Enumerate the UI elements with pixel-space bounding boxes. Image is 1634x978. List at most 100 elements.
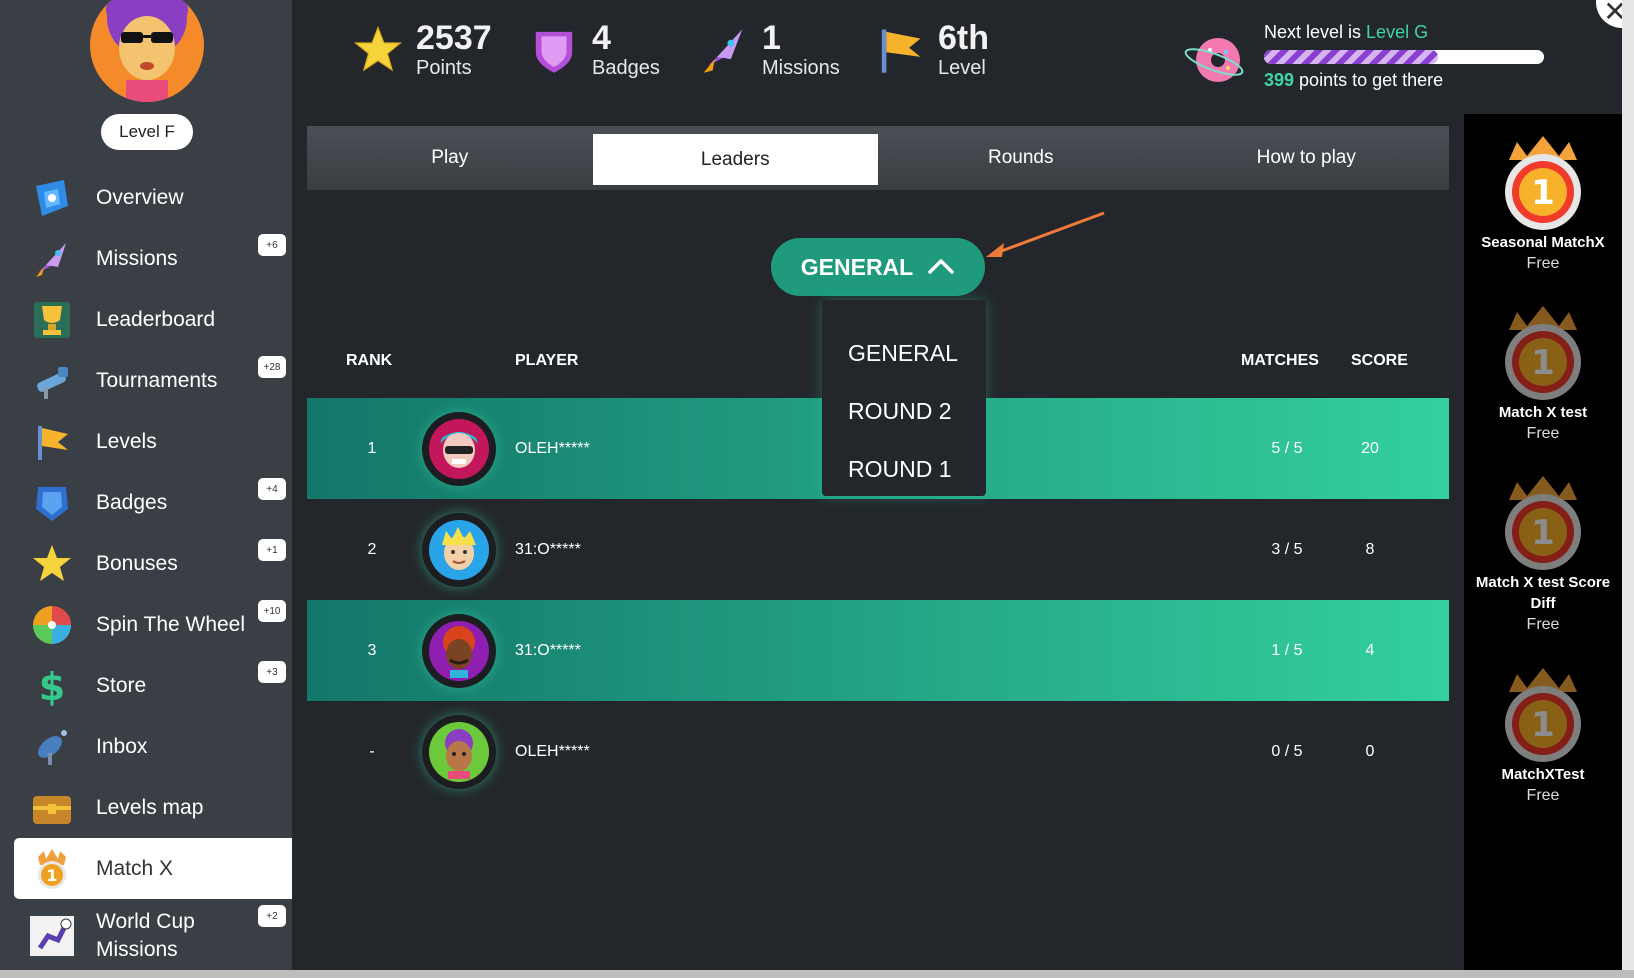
level-label: Level <box>938 57 986 79</box>
matchx-item[interactable]: 1 Match X test Free <box>1464 302 1622 445</box>
star-icon <box>28 540 76 588</box>
svg-text:1: 1 <box>46 866 57 885</box>
main-panel: Play Leaders Rounds How to play GENERAL … <box>292 114 1464 970</box>
badges-label: Badges <box>592 57 660 79</box>
points-needed-text: 399 points to get there <box>1264 70 1443 91</box>
dropdown-option-round-2[interactable]: ROUND 2 <box>822 382 986 440</box>
player-name-cell: OLEH***** <box>515 742 590 760</box>
matchx-list-panel: 1 Seasonal MatchX Free 1 Match X test Fr… <box>1464 114 1622 970</box>
notification-badge: +6 <box>258 234 286 256</box>
sidebar-item-levels-map[interactable]: Levels map <box>14 777 292 838</box>
notification-badge: +10 <box>258 600 286 622</box>
svg-text:1: 1 <box>1531 173 1555 213</box>
avatar[interactable] <box>90 0 204 102</box>
column-header-matches: MATCHES <box>1241 352 1319 369</box>
table-row: 3 31:O***** 1 / 5 4 <box>307 600 1449 701</box>
svg-text:1: 1 <box>1531 343 1555 383</box>
flag-icon <box>872 22 928 78</box>
matches-cell: 5 / 5 <box>1271 439 1303 457</box>
tab-play[interactable]: Play <box>307 126 593 190</box>
tab-how-to-play[interactable]: How to play <box>1164 126 1450 190</box>
sidebar-item-missions[interactable]: Missions +6 <box>14 228 292 289</box>
sidebar-item-match-x[interactable]: 1 Match X <box>14 838 292 899</box>
player-name-cell: OLEH***** <box>515 439 590 457</box>
rank-cell: 3 <box>367 641 377 659</box>
player-avatar <box>422 513 496 587</box>
next-level-progress: Next level is Level G 399 points to get … <box>1182 18 1622 98</box>
level-stat: 6th Level <box>872 20 989 80</box>
trophy-icon <box>28 296 76 344</box>
matches-cell: 0 / 5 <box>1271 742 1303 760</box>
shield-icon <box>526 22 582 78</box>
star-icon <box>350 22 406 78</box>
sidebar-item-inbox[interactable]: Inbox <box>14 716 292 777</box>
column-header-score: SCORE <box>1351 352 1408 369</box>
notification-badge: +4 <box>258 478 286 500</box>
badges-stat: 4 Badges <box>526 20 660 80</box>
matchx-price: Free <box>1526 255 1560 272</box>
notification-badge: +3 <box>258 661 286 683</box>
chevron-up-icon <box>927 254 955 281</box>
sidebar-item-levels[interactable]: Levels <box>14 411 292 472</box>
medal-icon: 1 <box>1495 302 1591 402</box>
dropdown-option-round-1[interactable]: ROUND 1 <box>822 440 986 498</box>
sidebar-item-label: Match X <box>96 856 174 880</box>
svg-text:1: 1 <box>1531 705 1555 745</box>
points-needed-suffix: points to get there <box>1294 70 1444 90</box>
level-badge: Level F <box>101 114 193 150</box>
rank-cell: - <box>369 742 375 760</box>
tab-rounds[interactable]: Rounds <box>878 126 1164 190</box>
table-row: 2 31:O***** 3 / 5 8 <box>307 499 1449 600</box>
dropdown-option-general[interactable]: GENERAL <box>822 324 986 382</box>
player-avatar <box>422 412 496 486</box>
matches-cell: 1 / 5 <box>1271 641 1303 659</box>
sidebar-item-tournaments[interactable]: Tournaments +28 <box>14 350 292 411</box>
matchx-name: Match X test Score Diff <box>1475 574 1611 612</box>
scrollbar[interactable] <box>1622 0 1634 970</box>
sidebar-item-badges[interactable]: Badges +4 <box>14 472 292 533</box>
level-progress-bar <box>1264 50 1544 64</box>
sidebar-item-world-cup-missions[interactable]: World Cup Missions +2 <box>14 899 292 973</box>
chest-icon <box>28 784 76 832</box>
sidebar-item-overview[interactable]: Overview <box>14 167 292 228</box>
medal-icon: 1 <box>28 845 76 893</box>
column-header-player: PLAYER <box>515 352 579 369</box>
sidebar: Level F Overview Missions +6 Leaderboard <box>0 0 292 970</box>
matchx-item[interactable]: 1 Match X test Score Diff Free <box>1464 472 1622 636</box>
sidebar-item-store[interactable]: $ Store +3 <box>14 655 292 716</box>
score-cell: 8 <box>1365 540 1375 558</box>
next-level-name: Level G <box>1366 22 1429 42</box>
annotation-arrow-icon <box>982 209 1112 274</box>
matchx-price: Free <box>1526 787 1560 804</box>
missions-label: Missions <box>762 57 840 79</box>
player-name-cell: 31:O***** <box>515 641 581 659</box>
rocket-icon <box>696 22 752 78</box>
tab-bar: Play Leaders Rounds How to play <box>307 126 1449 190</box>
points-needed-value: 399 <box>1264 70 1295 90</box>
svg-text:$: $ <box>39 665 65 708</box>
matchx-price: Free <box>1526 425 1560 442</box>
points-value: 2537 <box>416 19 492 57</box>
rank-cell: 2 <box>367 540 377 558</box>
telescope-icon <box>28 357 76 405</box>
sidebar-item-label: World Cup Missions <box>96 910 195 961</box>
level-progress-fill <box>1264 50 1438 64</box>
sidebar-item-leaderboard[interactable]: Leaderboard <box>14 289 292 350</box>
sidebar-item-label: Overview <box>96 185 184 209</box>
overview-icon <box>28 174 76 222</box>
round-filter-dropdown[interactable]: GENERAL <box>771 238 985 296</box>
sidebar-item-label: Badges <box>96 490 168 514</box>
matchx-item[interactable]: 1 MatchXTest Free <box>1464 664 1622 807</box>
dropdown-menu: GENERAL ROUND 2 ROUND 1 <box>822 300 986 496</box>
missions-stat: 1 Missions <box>696 20 840 80</box>
medal-icon: 1 <box>1495 664 1591 764</box>
sidebar-item-spin-the-wheel[interactable]: Spin The Wheel +10 <box>14 594 292 655</box>
sidebar-item-label: Store <box>96 673 147 697</box>
tab-leaders[interactable]: Leaders <box>592 134 878 185</box>
sidebar-item-label: Leaderboard <box>96 307 216 331</box>
score-cell: 4 <box>1365 641 1375 659</box>
matchx-item[interactable]: 1 Seasonal MatchX Free <box>1464 132 1622 275</box>
matchx-name: Seasonal MatchX <box>1481 234 1605 251</box>
sidebar-item-bonuses[interactable]: Bonuses +1 <box>14 533 292 594</box>
satellite-icon <box>28 723 76 771</box>
